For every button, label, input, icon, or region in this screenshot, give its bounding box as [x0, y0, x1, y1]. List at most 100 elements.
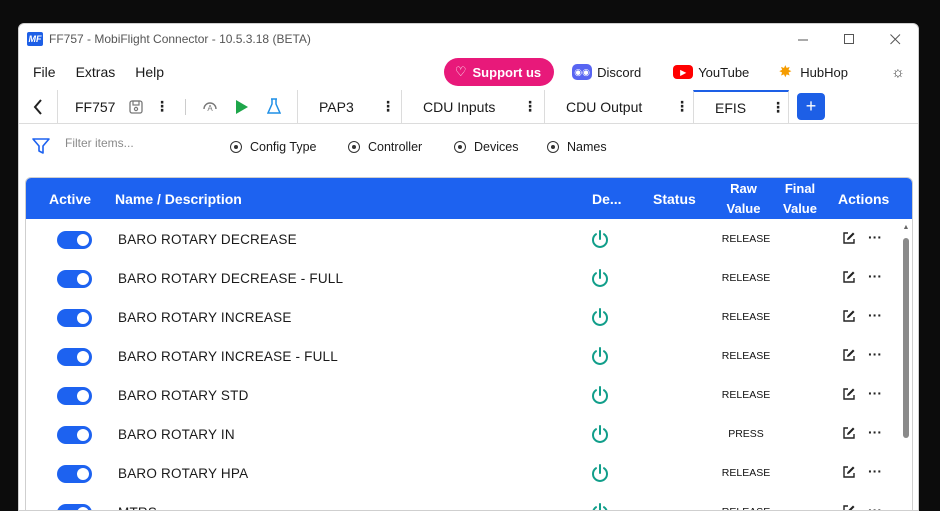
- power-icon[interactable]: [590, 346, 610, 366]
- close-button[interactable]: [872, 24, 918, 54]
- menu-extras[interactable]: Extras: [76, 64, 116, 80]
- scroll-thumb[interactable]: [903, 238, 909, 438]
- hubhop-label: HubHop: [800, 64, 848, 80]
- app-window: MF FF757 - MobiFlight Connector - 10.5.3…: [18, 23, 919, 511]
- filter-names[interactable]: Names: [547, 140, 607, 154]
- header-final-line2: Value: [783, 200, 817, 216]
- active-toggle[interactable]: [57, 270, 92, 288]
- header-status[interactable]: Status: [653, 178, 696, 219]
- table-row[interactable]: MTRS RELEASE ···: [26, 492, 912, 511]
- header-final-value[interactable]: Final Value: [778, 178, 822, 219]
- table-row[interactable]: BARO ROTARY INCREASE RELEASE ···: [26, 297, 912, 336]
- active-toggle[interactable]: [57, 309, 92, 327]
- table-row[interactable]: BARO ROTARY DECREASE RELEASE ···: [26, 219, 912, 258]
- edit-icon[interactable]: [842, 504, 856, 511]
- row-name: BARO ROTARY INCREASE - FULL: [118, 349, 338, 364]
- tab-menu-icon[interactable]: ⋮: [523, 98, 537, 115]
- maximize-button[interactable]: [826, 24, 872, 54]
- filter-icon[interactable]: [31, 136, 51, 161]
- youtube-link[interactable]: ▶ YouTube: [673, 65, 749, 80]
- filter-controller[interactable]: Controller: [348, 140, 422, 154]
- more-icon[interactable]: ···: [868, 463, 882, 479]
- autorun-icon[interactable]: A: [201, 98, 219, 116]
- tab-label: CDU Inputs: [423, 98, 496, 115]
- tab-project[interactable]: FF757 ⋮ A: [57, 90, 297, 123]
- filter-option-label: Controller: [368, 140, 423, 154]
- test-flask-icon[interactable]: [267, 98, 281, 115]
- header-name[interactable]: Name / Description: [115, 178, 242, 219]
- table-row[interactable]: BARO ROTARY HPA RELEASE ···: [26, 453, 912, 492]
- menu-bar: File Extras Help ♡ Support us ◉◉ Discord…: [19, 54, 918, 90]
- table-row[interactable]: BARO ROTARY IN PRESS ···: [26, 414, 912, 453]
- radio-icon: [547, 141, 559, 153]
- tab-menu-icon[interactable]: ⋮: [675, 98, 689, 115]
- radio-icon: [230, 141, 242, 153]
- header-raw-value[interactable]: Raw Value: [721, 178, 766, 219]
- support-us-button[interactable]: ♡ Support us: [443, 58, 555, 86]
- active-toggle[interactable]: [57, 465, 92, 483]
- header-device[interactable]: De...: [592, 178, 622, 219]
- table-row[interactable]: BARO ROTARY STD RELEASE ···: [26, 375, 912, 414]
- more-icon[interactable]: ···: [868, 307, 882, 323]
- edit-icon[interactable]: [842, 426, 856, 440]
- filter-input[interactable]: [65, 136, 195, 150]
- tab-menu-icon[interactable]: ⋮: [771, 99, 785, 116]
- minimize-button[interactable]: [780, 24, 826, 54]
- discord-link[interactable]: ◉◉ Discord: [572, 64, 641, 80]
- more-icon[interactable]: ···: [868, 346, 882, 362]
- scroll-up-icon[interactable]: ▲: [902, 224, 910, 231]
- tab-pap3[interactable]: PAP3 ⋮: [297, 90, 401, 123]
- filter-config-type[interactable]: Config Type: [230, 140, 316, 154]
- active-toggle[interactable]: [57, 504, 92, 510]
- more-icon[interactable]: ···: [868, 424, 882, 440]
- edit-icon[interactable]: [842, 348, 856, 362]
- hubhop-link[interactable]: ✸ HubHop: [775, 64, 848, 81]
- scrollbar[interactable]: ▲: [902, 222, 910, 510]
- edit-icon[interactable]: [842, 387, 856, 401]
- filter-devices[interactable]: Devices: [454, 140, 518, 154]
- add-tab-button[interactable]: +: [797, 93, 825, 120]
- power-icon[interactable]: [590, 268, 610, 288]
- tab-efis[interactable]: EFIS ⋮: [693, 90, 789, 123]
- table-row[interactable]: BARO ROTARY INCREASE - FULL RELEASE ···: [26, 336, 912, 375]
- table-row[interactable]: BARO ROTARY DECREASE - FULL RELEASE ···: [26, 258, 912, 297]
- run-icon[interactable]: [235, 99, 249, 115]
- menu-help[interactable]: Help: [135, 64, 164, 80]
- active-toggle[interactable]: [57, 348, 92, 366]
- edit-icon[interactable]: [842, 231, 856, 245]
- power-icon[interactable]: [590, 463, 610, 483]
- active-toggle[interactable]: [57, 387, 92, 405]
- edit-icon[interactable]: [842, 465, 856, 479]
- project-menu-icon[interactable]: ⋮: [155, 98, 169, 115]
- power-icon[interactable]: [590, 502, 610, 511]
- row-name: MTRS: [118, 505, 157, 510]
- more-icon[interactable]: ···: [868, 229, 882, 245]
- tab-cdu-inputs[interactable]: CDU Inputs ⋮: [401, 90, 544, 123]
- edit-icon[interactable]: [842, 270, 856, 284]
- power-icon[interactable]: [590, 229, 610, 249]
- sun-icon: ☼: [891, 63, 905, 81]
- radio-icon: [454, 141, 466, 153]
- more-icon[interactable]: ···: [868, 268, 882, 284]
- tab-menu-icon[interactable]: ⋮: [381, 98, 395, 115]
- more-icon[interactable]: ···: [868, 502, 882, 510]
- tab-cdu-output[interactable]: CDU Output ⋮: [544, 90, 693, 123]
- save-icon[interactable]: [129, 99, 143, 114]
- active-toggle[interactable]: [57, 426, 92, 444]
- back-button[interactable]: [19, 90, 57, 123]
- radio-icon: [348, 141, 360, 153]
- raw-value: PRESS: [728, 428, 764, 440]
- power-icon[interactable]: [590, 424, 610, 444]
- active-toggle[interactable]: [57, 231, 92, 249]
- menu-file[interactable]: File: [33, 64, 56, 80]
- table-body: BARO ROTARY DECREASE RELEASE ··· BARO RO…: [26, 219, 912, 511]
- app-logo: MF: [27, 32, 43, 46]
- theme-toggle-button[interactable]: ☼: [878, 64, 918, 81]
- power-icon[interactable]: [590, 307, 610, 327]
- header-active[interactable]: Active: [49, 178, 91, 219]
- raw-value: RELEASE: [721, 389, 771, 401]
- power-icon[interactable]: [590, 385, 610, 405]
- edit-icon[interactable]: [842, 309, 856, 323]
- more-icon[interactable]: ···: [868, 385, 882, 401]
- filter-bar: Config Type Controller Devices Names: [19, 124, 918, 172]
